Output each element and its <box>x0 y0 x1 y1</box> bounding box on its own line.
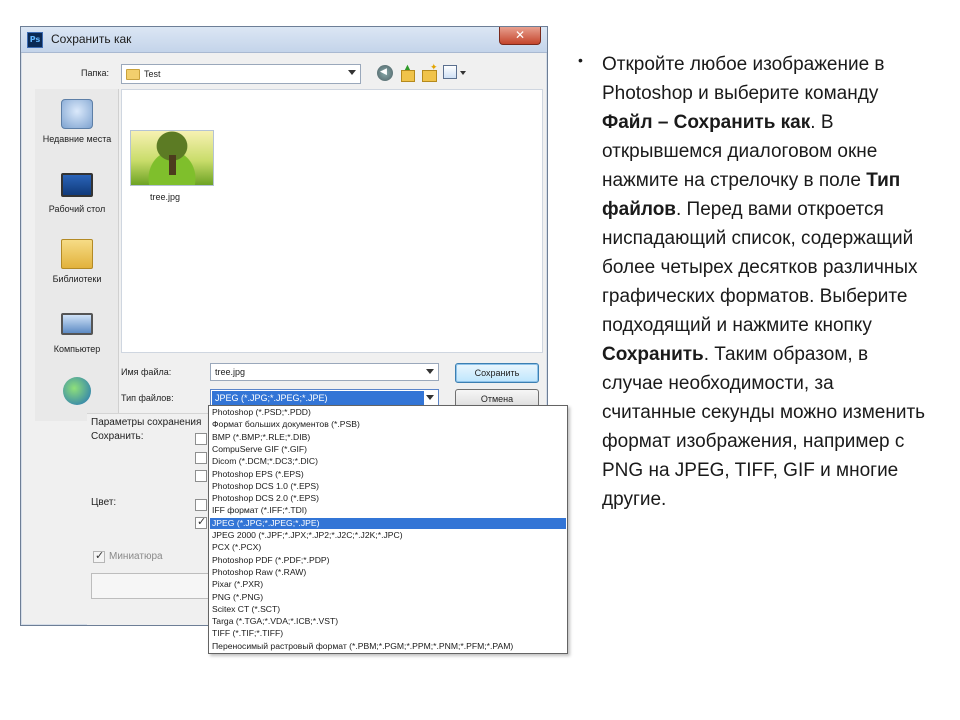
filetype-option[interactable]: Photoshop PDF (*.PDF;*.PDP) <box>210 555 566 567</box>
filetype-option[interactable]: Dicom (*.DCM;*.DC3;*.DIC) <box>210 456 566 468</box>
close-button[interactable]: ✕ <box>499 27 541 45</box>
libraries-icon <box>61 239 93 269</box>
file-thumbnail[interactable] <box>130 130 214 186</box>
instruction-bold-part: Файл – Сохранить как <box>602 112 811 133</box>
option-checkbox[interactable] <box>195 433 207 445</box>
filetype-option[interactable]: Pixar (*.PXR) <box>210 579 566 591</box>
place-label: Недавние места <box>42 134 112 144</box>
filetype-option[interactable]: JPEG (*.JPG;*.JPEG;*.JPE) <box>210 517 566 530</box>
bullet-marker: • <box>578 52 583 68</box>
folder-value: Test <box>144 69 161 79</box>
folder-combobox[interactable]: Test <box>121 64 361 84</box>
photoshop-app-icon: Ps <box>27 32 43 48</box>
filetype-option[interactable]: Photoshop DCS 2.0 (*.EPS) <box>210 493 566 505</box>
place-label: Рабочий стол <box>48 204 106 214</box>
filetype-option[interactable]: Формат больших документов (*.PSB) <box>210 419 566 431</box>
params-label: Параметры сохранения <box>91 417 202 428</box>
filetype-option[interactable]: Photoshop EPS (*.EPS) <box>210 469 566 481</box>
chevron-down-icon[interactable] <box>348 70 356 75</box>
chevron-down-icon[interactable] <box>426 395 434 400</box>
place-desktop[interactable]: Рабочий стол <box>35 165 119 235</box>
save-options-label: Сохранить: <box>91 431 144 442</box>
place-libraries[interactable]: Библиотеки <box>35 235 119 305</box>
views-dropdown-arrow-icon[interactable] <box>460 71 466 75</box>
instruction-bold-part: Сохранить <box>602 344 704 365</box>
color-profile-checkbox[interactable] <box>195 515 207 529</box>
recent-places-icon <box>61 99 93 129</box>
instruction-text: Откройте любое изображение в Photoshop и… <box>602 50 932 514</box>
folder-icon <box>126 69 140 80</box>
save-button[interactable]: Сохранить <box>455 363 539 383</box>
color-label: Цвет: <box>91 497 117 508</box>
place-recent[interactable]: Недавние места <box>35 95 119 165</box>
network-icon <box>63 377 91 405</box>
filetype-dropdown-list[interactable]: Photoshop (*.PSD;*.PDD) Формат больших до… <box>208 405 568 654</box>
dialog-title: Сохранить как <box>51 32 132 46</box>
filename-label: Имя файла: <box>121 367 172 377</box>
filetype-option[interactable]: Photoshop (*.PSD;*.PDD) <box>210 407 566 419</box>
filetype-option[interactable]: Переносимый растровый формат (*.PBM;*.PG… <box>210 641 566 653</box>
filetype-option[interactable]: BMP (*.BMP;*.RLE;*.DIB) <box>210 432 566 444</box>
filetype-option[interactable]: PNG (*.PNG) <box>210 592 566 604</box>
dialog-titlebar[interactable]: Ps Сохранить как ✕ <box>21 27 547 53</box>
places-bar: Недавние места Рабочий стол Библиотеки К… <box>35 89 119 421</box>
folder-label: Папка: <box>81 68 109 78</box>
file-name[interactable]: tree.jpg <box>150 192 180 202</box>
filetype-option[interactable]: Photoshop Raw (*.RAW) <box>210 567 566 579</box>
chevron-down-icon[interactable] <box>426 369 434 374</box>
filetype-option[interactable]: CompuServe GIF (*.GIF) <box>210 444 566 456</box>
up-folder-icon[interactable] <box>399 62 415 82</box>
thumbnail-label: Миниатюра <box>109 551 163 562</box>
file-list-area[interactable]: tree.jpg <box>121 89 543 353</box>
views-menu-icon[interactable] <box>443 65 457 79</box>
place-computer[interactable]: Компьютер <box>35 305 119 375</box>
info-box <box>91 573 211 599</box>
instruction-text-part: Откройте любое изображение в Photoshop и… <box>602 54 885 104</box>
filetype-option[interactable]: JPEG 2000 (*.JPF;*.JPX;*.JP2;*.J2C;*.J2K… <box>210 530 566 542</box>
desktop-icon <box>61 173 93 197</box>
computer-icon <box>61 313 93 335</box>
thumbnail-checkbox[interactable] <box>93 549 105 563</box>
filename-input[interactable]: tree.jpg <box>210 363 439 381</box>
option-checkbox[interactable] <box>195 470 207 482</box>
back-icon[interactable] <box>377 65 393 81</box>
filetype-option[interactable]: Scitex CT (*.SCT) <box>210 604 566 616</box>
filetype-option[interactable]: PCX (*.PCX) <box>210 542 566 554</box>
place-label: Библиотеки <box>52 274 102 284</box>
filetype-option[interactable]: IFF формат (*.IFF;*.TDI) <box>210 505 566 517</box>
place-label: Компьютер <box>53 344 101 354</box>
new-folder-icon[interactable] <box>421 62 438 82</box>
filename-value: tree.jpg <box>215 367 246 377</box>
color-checkbox[interactable] <box>195 499 207 511</box>
filetype-label: Тип файлов: <box>121 393 174 403</box>
filetype-option[interactable]: TIFF (*.TIF;*.TIFF) <box>210 628 566 640</box>
filetype-option[interactable]: Photoshop DCS 1.0 (*.EPS) <box>210 481 566 493</box>
filetype-option[interactable]: Targa (*.TGA;*.VDA;*.ICB;*.VST) <box>210 616 566 628</box>
filetype-value: JPEG (*.JPG;*.JPEG;*.JPE) <box>212 391 424 405</box>
option-checkbox[interactable] <box>195 452 207 464</box>
instruction-text-part: . Таким образом, в случае необходимости,… <box>602 344 926 510</box>
